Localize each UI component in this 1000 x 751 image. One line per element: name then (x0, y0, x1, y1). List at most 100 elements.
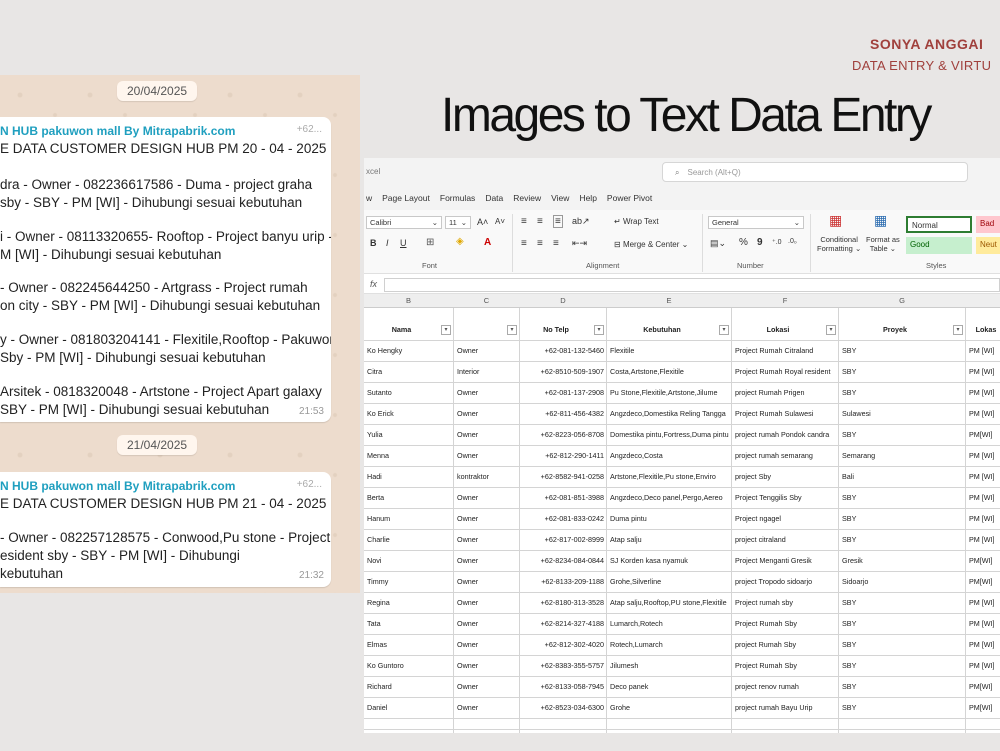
filter-dropdown-icon[interactable]: ▾ (719, 325, 729, 335)
table-cell[interactable]: PM[WI] (966, 425, 1000, 445)
table-cell[interactable]: Project Menganti Gresik (732, 551, 838, 571)
filter-dropdown-icon[interactable]: ▾ (953, 325, 963, 335)
table-cell[interactable]: +62-811-456-4382 (520, 404, 606, 424)
table-cell[interactable]: PM [WI] (966, 341, 1000, 361)
table-cell[interactable]: Richard (364, 677, 453, 697)
table-cell[interactable]: kontraktor (454, 467, 519, 487)
table-cell[interactable]: SJ Korden kasa nyamuk (607, 551, 731, 571)
align-middle-icon[interactable]: ≡ (537, 216, 543, 227)
style-normal[interactable]: Normal (906, 216, 972, 233)
table-cell[interactable]: +62-8133-058-7945 (520, 677, 606, 697)
table-cell[interactable]: Flexitile (607, 341, 731, 361)
table-cell[interactable]: Citra (364, 362, 453, 382)
table-cell[interactable]: Deco panek (607, 677, 731, 697)
table-cell[interactable]: Pu Stone,Flexitile,Artstone,Jilume (607, 383, 731, 403)
table-cell[interactable]: Owner (454, 656, 519, 676)
conditional-formatting-button[interactable]: Conditional Formatting ⌄ (817, 235, 861, 253)
table-cell[interactable]: Ko Hengky (364, 341, 453, 361)
column-header[interactable]: D (520, 296, 606, 305)
table-cell[interactable]: Owner (454, 509, 519, 529)
table-cell[interactable]: Gresik (839, 551, 965, 571)
table-cell[interactable]: Sulawesi (839, 404, 965, 424)
menu-item[interactable]: w (366, 193, 372, 203)
column-header[interactable]: F (732, 296, 838, 305)
table-cell[interactable]: +62-8383-355-5757 (520, 656, 606, 676)
table-cell[interactable]: +62-081-137-2908 (520, 383, 606, 403)
table-cell[interactable]: Grohe,Silverline (607, 572, 731, 592)
table-cell[interactable]: Owner (454, 404, 519, 424)
font-name-select[interactable]: Calibri ⌄ (366, 216, 442, 229)
table-cell[interactable]: Ko Guntoro (364, 656, 453, 676)
table-cell[interactable]: Owner (454, 551, 519, 571)
table-cell[interactable]: project Rumah Prigen (732, 383, 838, 403)
table-cell[interactable]: Jilumesh (607, 656, 731, 676)
table-cell[interactable]: +62-8214-327-4188 (520, 614, 606, 634)
table-cell[interactable]: PM [WI] (966, 383, 1000, 403)
table-cell[interactable]: project Rumah Sby (732, 635, 838, 655)
table-cell[interactable]: PM[WI] (966, 698, 1000, 718)
table-cell[interactable]: Regina (364, 593, 453, 613)
table-cell[interactable]: Project ngagel (732, 509, 838, 529)
table-cell[interactable]: PM [WI] (966, 488, 1000, 508)
table-cell[interactable]: Owner (454, 530, 519, 550)
table-cell[interactable]: +62-812-302-4020 (520, 635, 606, 655)
table-cell[interactable]: Domestika pintu,Fortress,Duma pintu (607, 425, 731, 445)
table-cell[interactable]: SBY (839, 488, 965, 508)
header-cell[interactable]: Nama (364, 320, 439, 340)
table-cell[interactable]: Yulia (364, 425, 453, 445)
table-cell[interactable]: PM [WI] (966, 593, 1000, 613)
font-size-select[interactable]: 11 ⌄ (445, 216, 471, 229)
table-cell[interactable]: SBY (839, 677, 965, 697)
table-cell[interactable]: +62-081-132-5460 (520, 341, 606, 361)
style-bad[interactable]: Bad (976, 216, 1000, 233)
font-color-icon[interactable]: A (484, 237, 491, 248)
table-cell[interactable]: Novi (364, 551, 453, 571)
table-cell[interactable]: Project Tenggilis Sby (732, 488, 838, 508)
header-cell[interactable]: Kebutuhan (607, 320, 717, 340)
table-cell[interactable]: PM [WI] (966, 614, 1000, 634)
italic-icon[interactable]: I (386, 238, 389, 248)
table-cell[interactable]: PM [WI] (966, 362, 1000, 382)
table-cell[interactable]: PM [WI] (966, 404, 1000, 424)
table-cell[interactable]: PM[WI] (966, 551, 1000, 571)
table-cell[interactable]: Owner (454, 383, 519, 403)
column-header[interactable]: E (607, 296, 731, 305)
table-cell[interactable]: SBY (839, 509, 965, 529)
table-cell[interactable]: PM[WI] (966, 572, 1000, 592)
filter-dropdown-icon[interactable]: ▾ (826, 325, 836, 335)
table-cell[interactable]: +62-8180-313-3528 (520, 593, 606, 613)
menu-item[interactable]: Data (485, 193, 503, 203)
table-cell[interactable]: SBY (839, 362, 965, 382)
table-cell[interactable]: PM [WI] (966, 446, 1000, 466)
table-cell[interactable]: Project Rumah Sby (732, 656, 838, 676)
table-cell[interactable]: SBY (839, 698, 965, 718)
table-cell[interactable]: Elmas (364, 635, 453, 655)
table-cell[interactable]: Project Rumah Sulawesi (732, 404, 838, 424)
table-cell[interactable]: SBY (839, 635, 965, 655)
table-cell[interactable]: Rotech,Lumarch (607, 635, 731, 655)
table-cell[interactable]: SBY (839, 530, 965, 550)
table-cell[interactable]: project Sby (732, 467, 838, 487)
table-cell[interactable]: Project rumah sby (732, 593, 838, 613)
percent-icon[interactable]: % (739, 237, 748, 248)
header-cell[interactable]: Proyek (839, 320, 951, 340)
header-cell[interactable]: Lokas (966, 320, 1000, 340)
column-header[interactable]: B (364, 296, 453, 305)
table-cell[interactable]: Angzdeco,Deco panel,Pergo,Aereo (607, 488, 731, 508)
table-cell[interactable]: Owner (454, 572, 519, 592)
menu-item[interactable]: Review (513, 193, 541, 203)
align-left-icon[interactable]: ≡ (521, 238, 527, 249)
menu-item[interactable]: View (551, 193, 569, 203)
align-right-icon[interactable]: ≡ (553, 238, 559, 249)
align-center-icon[interactable]: ≡ (537, 238, 543, 249)
menu-item[interactable]: Page Layout (382, 193, 430, 203)
borders-icon[interactable]: ⊞ (426, 237, 434, 248)
table-cell[interactable]: SBY (839, 593, 965, 613)
table-cell[interactable]: Semarang (839, 446, 965, 466)
table-cell[interactable]: Owner (454, 614, 519, 634)
bold-icon[interactable]: B (370, 238, 377, 248)
table-cell[interactable]: Berta (364, 488, 453, 508)
table-cell[interactable]: Project Rumah Royal resident (732, 362, 838, 382)
table-cell[interactable]: SBY (839, 425, 965, 445)
table-cell[interactable]: Owner (454, 488, 519, 508)
